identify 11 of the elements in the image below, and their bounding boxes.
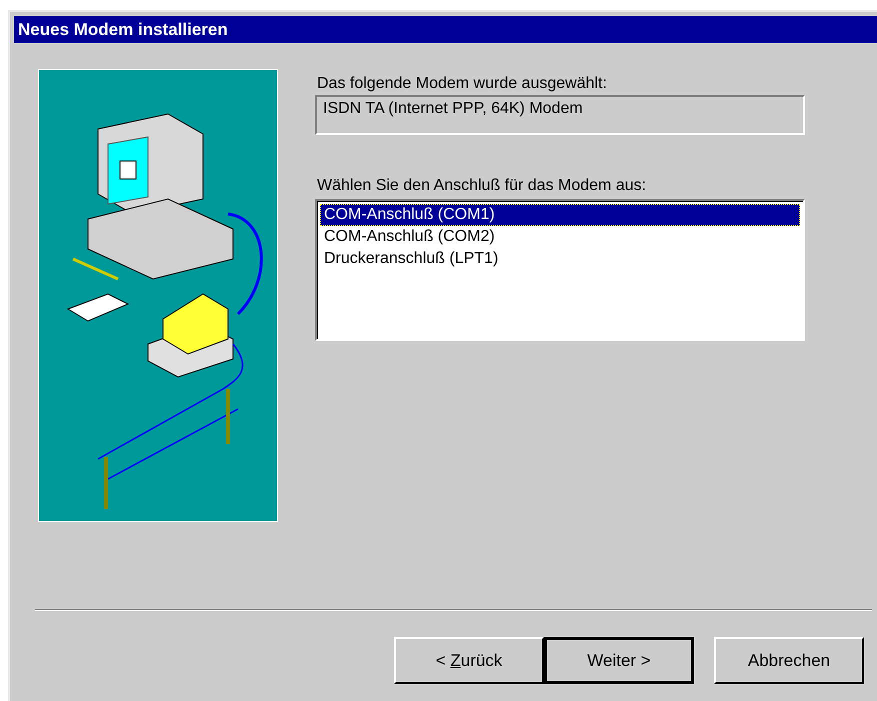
port-list-label: Wählen Sie den Anschluß für das Modem aus:: [317, 177, 648, 195]
port-list-item[interactable]: Druckeranschluß (LPT1): [320, 248, 800, 270]
selected-modem-field: ISDN TA (Internet PPP, 64K) Modem: [315, 95, 805, 135]
wizard-button[interactable]: < Zurück: [394, 637, 544, 684]
port-list-item[interactable]: COM-Anschluß (COM1): [320, 204, 800, 226]
port-list[interactable]: COM-Anschluß (COM1) COM-Anschluß (COM2) Druckeranschluß (LPT1): [315, 199, 805, 341]
selected-modem-label: Das folgende Modem wurde ausgewählt:: [317, 75, 608, 93]
wizard-button[interactable]: Weiter >: [544, 637, 694, 684]
port-list-item[interactable]: COM-Anschluß (COM2): [320, 226, 800, 248]
window-title: Neues Modem installieren: [18, 20, 228, 40]
wizard-button[interactable]: Abbrechen: [714, 637, 864, 684]
